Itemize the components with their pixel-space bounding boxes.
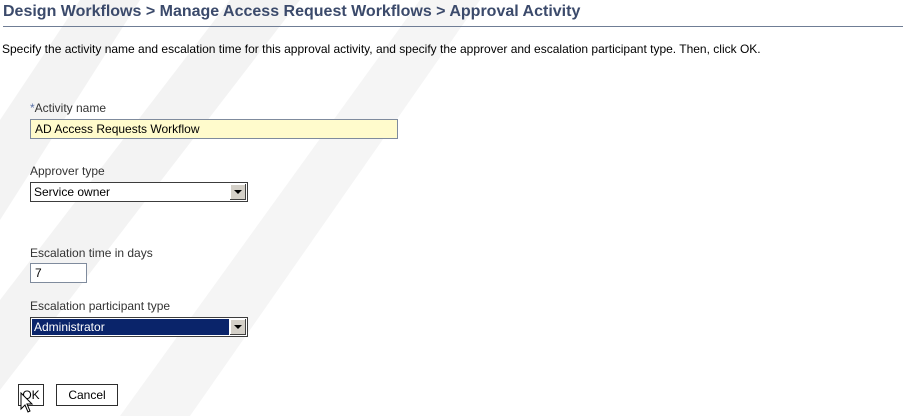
- activity-name-label-text: Activity name: [34, 101, 107, 115]
- chevron-down-icon[interactable]: [229, 319, 246, 335]
- cancel-button[interactable]: Cancel: [56, 384, 118, 406]
- chevron-down-icon[interactable]: [229, 184, 246, 200]
- escalation-participant-type-label: Escalation participant type: [30, 299, 171, 313]
- escalation-time-input[interactable]: 7: [30, 263, 87, 283]
- approver-type-value: Service owner: [34, 185, 111, 199]
- page-title: Design Workflows > Manage Access Request…: [3, 0, 903, 27]
- watermark-stripes: [0, 0, 480, 416]
- approver-type-select[interactable]: Service owner: [30, 182, 248, 202]
- instructions-text: Specify the activity name and escalation…: [2, 42, 761, 56]
- escalation-participant-type-select[interactable]: Administrator: [30, 317, 248, 337]
- escalation-participant-type-value: Administrator: [32, 319, 229, 335]
- ok-button[interactable]: OK: [18, 384, 44, 406]
- activity-name-input[interactable]: AD Access Requests Workflow: [30, 119, 398, 139]
- escalation-time-label: Escalation time in days: [30, 246, 153, 260]
- approver-type-label: Approver type: [30, 164, 105, 178]
- activity-name-label: *Activity name: [30, 101, 106, 115]
